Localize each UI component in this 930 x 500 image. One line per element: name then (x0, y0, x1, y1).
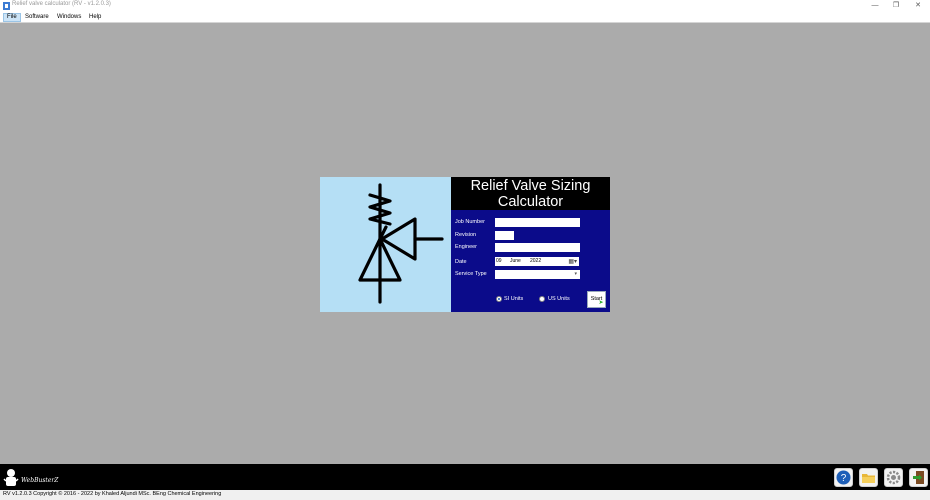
settings-button[interactable] (884, 468, 903, 487)
relief-valve-symbol-icon (358, 183, 444, 304)
date-label: Date (455, 259, 467, 265)
logo-panel (320, 177, 451, 312)
menu-windows[interactable]: Windows (54, 13, 84, 22)
menu-software[interactable]: Software (22, 13, 52, 22)
si-units-label: SI Units (504, 296, 524, 302)
chevron-down-icon: ▾ (574, 271, 577, 277)
date-month: June (510, 258, 521, 264)
bottom-toolbar: WebBusterZ ? (0, 464, 930, 490)
engineer-input[interactable] (495, 243, 580, 252)
brand-mascot-icon (3, 469, 19, 486)
settings-icon (886, 470, 901, 485)
window-title: Relief valve calculator (RV - v1.2.0.3) (12, 1, 111, 7)
exit-icon (913, 471, 924, 484)
start-button[interactable]: Start ➤ (587, 291, 606, 308)
menu-bar: File Software Windows Help (0, 12, 930, 23)
title-bar: Relief valve calculator (RV - v1.2.0.3) … (0, 0, 930, 12)
status-bar: RV v1.2.0.3 Copyright © 2016 - 2022 by K… (0, 490, 930, 500)
service-type-select[interactable]: ▾ (495, 270, 580, 279)
revision-label: Revision (455, 232, 477, 238)
date-day: 09 (496, 258, 502, 264)
date-picker[interactable]: 09 June 2022 ▦▾ (495, 257, 579, 266)
svg-text:?: ? (841, 473, 847, 484)
header-title-line1: Relief Valve Sizing (470, 178, 591, 194)
brand-name: WebBusterZ (21, 477, 59, 484)
job-number-input[interactable] (495, 218, 580, 227)
job-number-label: Job Number (455, 219, 485, 225)
brand-logo: WebBusterZ (2, 466, 62, 488)
menu-file[interactable]: File (3, 13, 21, 22)
us-units-label: US Units (548, 296, 570, 302)
revision-input[interactable] (495, 231, 514, 240)
go-arrow-icon: ➤ (598, 300, 604, 306)
maximize-button[interactable]: ❐ (885, 1, 907, 11)
service-type-label: Service Type (455, 271, 487, 277)
date-year: 2022 (530, 258, 542, 264)
help-button[interactable]: ? (834, 468, 853, 487)
calendar-dropdown-icon[interactable]: ▦▾ (568, 258, 577, 267)
menu-help[interactable]: Help (86, 13, 104, 22)
status-text: RV v1.2.0.3 Copyright © 2016 - 2022 by K… (3, 491, 222, 497)
header-title-line2: Calculator (497, 194, 564, 210)
close-button[interactable]: ✕ (907, 1, 929, 11)
engineer-label: Engineer (455, 244, 478, 250)
si-units-radio[interactable] (496, 296, 502, 302)
minimize-button[interactable]: — (864, 1, 886, 11)
start-dialog: Relief Valve Sizing Calculator Job Numbe… (320, 177, 610, 312)
help-icon: ? (836, 470, 851, 485)
form-panel: Job Number Revision Engineer Date 09 Jun… (451, 210, 610, 312)
us-units-radio[interactable] (539, 296, 545, 302)
open-folder-button[interactable] (859, 468, 878, 487)
folder-icon (862, 474, 875, 483)
dialog-header: Relief Valve Sizing Calculator (451, 177, 610, 210)
app-icon (3, 2, 10, 10)
exit-button[interactable] (909, 468, 928, 487)
